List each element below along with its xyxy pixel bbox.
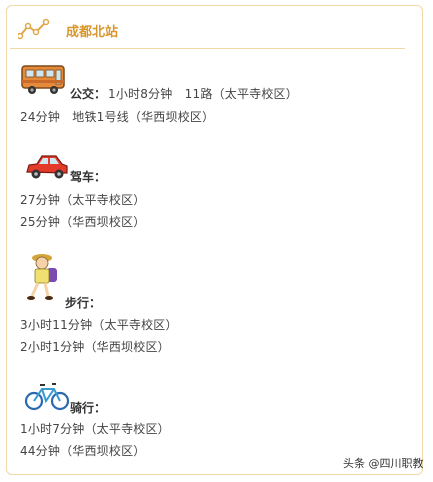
- route-line: 27分钟（太平寺校区）: [20, 193, 146, 207]
- mode-label: 骑行：: [70, 401, 107, 415]
- route-line: 3小时11分钟（太平寺校区）: [20, 318, 178, 332]
- page-title: 成都北站: [66, 25, 119, 40]
- mode-label: 公交：: [70, 87, 107, 101]
- header-divider: [10, 48, 405, 49]
- car-icon: [24, 152, 70, 186]
- route-line: 1小时7分钟（太平寺校区）: [20, 422, 170, 436]
- bus-icon: [20, 64, 66, 100]
- route-line: 24分钟 地铁1号线（华西坝校区）: [20, 110, 215, 124]
- route-line: 1小时8分钟 11路（太平寺校区）: [108, 87, 298, 101]
- watermark: 头条 @四川职教: [343, 457, 424, 470]
- mode-label: 驾车：: [70, 170, 107, 184]
- route-line: 44分钟（华西坝校区）: [20, 444, 146, 458]
- walking-person-icon: [24, 250, 64, 310]
- mode-label: 步行：: [65, 296, 102, 310]
- card-header: 成都北站: [10, 10, 405, 50]
- bicycle-icon: [24, 379, 70, 417]
- route-line: 25分钟（华西坝校区）: [20, 215, 146, 229]
- route-line: 2小时1分钟（华西坝校区）: [20, 340, 170, 354]
- line-chart-icon: [16, 18, 50, 44]
